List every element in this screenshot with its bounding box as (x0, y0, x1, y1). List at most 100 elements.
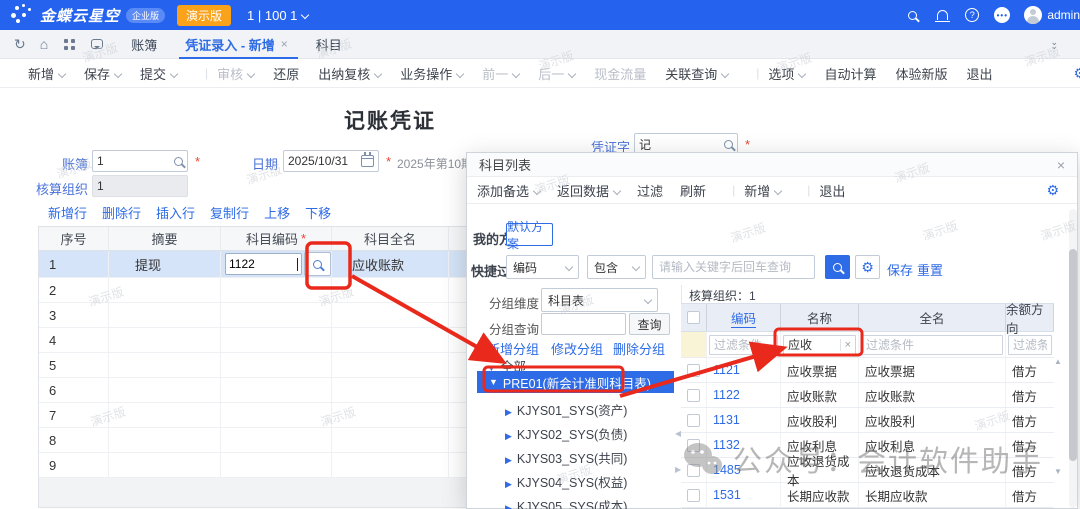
toolbar-related-query[interactable]: 关联查询 (665, 64, 728, 83)
account-row[interactable]: 1131 应收股利 应收股利 借方 (681, 408, 1054, 433)
account-table-header: 编码 名称 全名 余额方向 (681, 304, 1054, 332)
account-row[interactable]: 1132 应收利息 应收利息 借方 (681, 433, 1054, 458)
delete-group-button[interactable]: 删除分组 (613, 339, 665, 358)
col-code[interactable]: 编码 (707, 304, 781, 331)
voucher-word-lookup-icon[interactable] (724, 140, 733, 149)
book-lookup-icon[interactable] (174, 157, 183, 166)
toolbar-new-experience[interactable]: 体验新版 (895, 64, 947, 83)
search-button[interactable] (825, 255, 850, 279)
assistant-icon[interactable]: ••• (994, 7, 1010, 23)
account-row[interactable]: 1121 应收票据 应收票据 借方 (681, 358, 1054, 383)
dialog-exit-button[interactable]: 退出 (819, 181, 845, 200)
tree-node-assets[interactable]: ▶KJYS01_SYS(资产) (505, 400, 627, 419)
tree-node-pre01-selected[interactable]: ▼PRE01(新会计准则科目表) (477, 371, 674, 393)
toolbar-restore[interactable]: 还原 (273, 64, 299, 83)
avatar[interactable] (1024, 6, 1042, 24)
tree-node-liabilities[interactable]: ▶KJYS02_SYS(负债) (505, 424, 627, 443)
account-row[interactable]: 1531 长期应收款 长期应收款 借方 (681, 483, 1054, 508)
toolbar-business-ops[interactable]: 业务操作 (400, 64, 463, 83)
toolbar-cashier-review[interactable]: 出纳复核 (318, 64, 381, 83)
group-query-button[interactable]: 查询 (629, 313, 670, 335)
org-selector[interactable]: 1 | 100 1 (247, 8, 297, 23)
code-filter-input[interactable] (709, 335, 778, 355)
table-scroll-up-icon[interactable]: ▲ (1054, 357, 1062, 366)
date-field[interactable] (283, 150, 379, 172)
org-chevron-down-icon[interactable] (301, 11, 309, 19)
calendar-icon[interactable] (361, 155, 374, 167)
keyword-search-input[interactable] (652, 255, 815, 279)
summary-cell[interactable]: 提现 (109, 251, 221, 277)
home-icon[interactable]: ⌂ (40, 37, 48, 51)
filter-settings-icon[interactable]: ⚙ (855, 255, 880, 279)
row-checkbox[interactable] (687, 489, 700, 502)
col-direction[interactable]: 余额方向 (1006, 304, 1054, 331)
direction-filter-input[interactable] (1008, 335, 1052, 355)
book-field[interactable] (92, 150, 188, 172)
toolbar-auto-calc[interactable]: 自动计算 (824, 64, 876, 83)
row-checkbox[interactable] (687, 464, 700, 477)
filter-button[interactable]: 过滤 (637, 181, 663, 200)
clear-filter-icon[interactable]: × (840, 339, 851, 351)
dialog-new-button[interactable]: 新增 (744, 181, 781, 200)
row-checkbox[interactable] (687, 439, 700, 452)
tree-node-equity[interactable]: ▶KJYS04_SYS(权益) (505, 472, 627, 491)
toolbar-save[interactable]: 保存 (84, 64, 121, 83)
account-row[interactable]: 1122 应收账款 应收账款 借方 (681, 383, 1054, 408)
name-filter-input[interactable]: × (783, 335, 856, 355)
dialog-scrollbar[interactable] (1069, 209, 1077, 508)
delete-row-button[interactable]: 删除行 (102, 203, 141, 222)
col-fullname[interactable]: 全名 (859, 304, 1006, 331)
help-icon[interactable]: ? (964, 7, 980, 23)
return-data-button[interactable]: 返回数据 (557, 181, 620, 200)
account-row[interactable]: 1485 应收退货成本 应收退货成本 借方 (681, 458, 1054, 483)
row-checkbox[interactable] (687, 389, 700, 402)
book-label: 账簿 (50, 154, 88, 173)
scrollbar-thumb[interactable] (1069, 249, 1077, 461)
fullname-filter-input[interactable] (861, 335, 1003, 355)
copy-row-button[interactable]: 复制行 (210, 203, 249, 222)
org-info: 核算组织：1 (689, 287, 756, 304)
username[interactable]: admin (1047, 8, 1080, 22)
edit-group-button[interactable]: 修改分组 (551, 339, 603, 358)
col-name[interactable]: 名称 (781, 304, 859, 331)
toolbar-new[interactable]: 新增 (28, 64, 65, 83)
save-scheme-button[interactable]: 保存 (887, 260, 913, 279)
refresh-button[interactable]: 刷新 (680, 181, 706, 200)
row-checkbox[interactable] (687, 414, 700, 427)
search-icon[interactable] (904, 7, 920, 23)
toolbar-gear-icon[interactable]: ⚙ (1073, 66, 1080, 80)
account-list-dialog: 科目列表 × 添加备选 返回数据 过滤 刷新 | 新增 | 退出 ⚙ 我的方案 … (466, 152, 1078, 509)
group-search-input[interactable] (541, 313, 626, 335)
reset-button[interactable]: 重置 (917, 260, 943, 279)
toolbar-options[interactable]: 选项 (768, 64, 805, 83)
tab-account[interactable]: 科目 (316, 30, 342, 59)
tab-voucher-entry[interactable]: 凭证录入 - 新增 × (185, 30, 288, 59)
message-icon[interactable] (91, 39, 103, 49)
notification-bell-icon[interactable] (934, 7, 950, 23)
move-up-button[interactable]: 上移 (264, 203, 290, 222)
tree-node-common[interactable]: ▶KJYS03_SYS(共同) (505, 448, 627, 467)
required-marker: * (745, 137, 750, 152)
toolbar-submit[interactable]: 提交 (140, 64, 177, 83)
dialog-gear-icon[interactable]: ⚙ (1046, 183, 1059, 197)
toolbar-exit[interactable]: 退出 (966, 64, 992, 83)
collapse-tabs-icon[interactable]: ⌄⌄ (1050, 40, 1058, 48)
apps-grid-icon[interactable] (64, 39, 75, 50)
filter-operator-select[interactable]: 包含 (587, 255, 646, 279)
filter-field-select[interactable]: 编码 (506, 255, 579, 279)
default-scheme-button[interactable]: 默认方案 (506, 223, 553, 246)
group-dim-select[interactable]: 科目表 (541, 288, 658, 312)
add-row-button[interactable]: 新增行 (48, 203, 87, 222)
move-down-button[interactable]: 下移 (305, 203, 331, 222)
sync-icon[interactable]: ↻ (14, 37, 26, 51)
add-candidate-button[interactable]: 添加备选 (477, 181, 540, 200)
account-code-input[interactable] (225, 253, 302, 275)
tab-ledger[interactable]: 账簿 (131, 30, 157, 59)
tab-close-icon[interactable]: × (281, 37, 288, 51)
insert-row-button[interactable]: 插入行 (156, 203, 195, 222)
row-checkbox[interactable] (687, 364, 700, 377)
dialog-close-icon[interactable]: × (1057, 157, 1065, 173)
tree-node-cost[interactable]: ▶KJYS05_SYS(成本) (505, 496, 627, 509)
account-lookup-button[interactable] (304, 252, 331, 276)
table-scroll-down-icon[interactable]: ▼ (1054, 467, 1062, 476)
